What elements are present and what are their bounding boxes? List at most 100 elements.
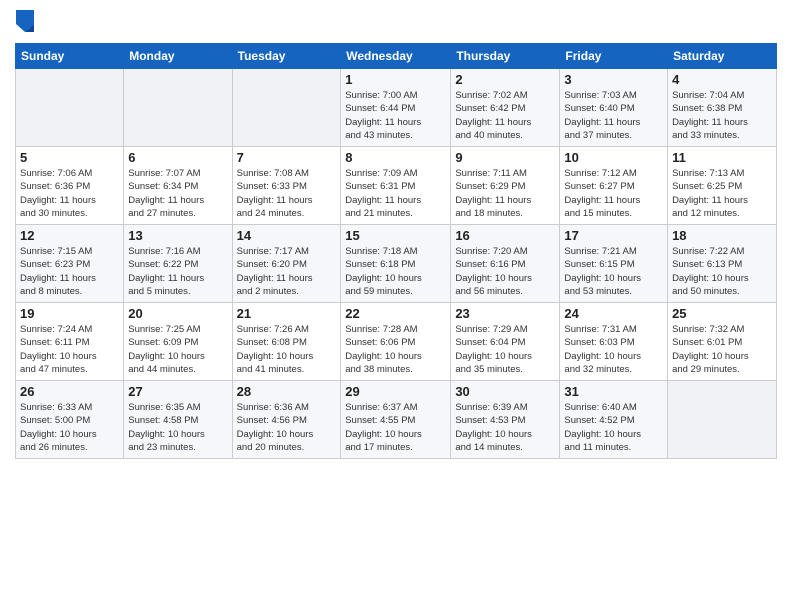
day-info: Sunrise: 7:07 AM Sunset: 6:34 PM Dayligh… — [128, 167, 227, 220]
day-number: 9 — [455, 150, 555, 165]
day-info: Sunrise: 7:06 AM Sunset: 6:36 PM Dayligh… — [20, 167, 119, 220]
day-info: Sunrise: 6:37 AM Sunset: 4:55 PM Dayligh… — [345, 401, 446, 454]
week-row-5: 26Sunrise: 6:33 AM Sunset: 5:00 PM Dayli… — [16, 381, 777, 459]
day-header-thursday: Thursday — [451, 44, 560, 69]
day-info: Sunrise: 7:20 AM Sunset: 6:16 PM Dayligh… — [455, 245, 555, 298]
day-info: Sunrise: 6:36 AM Sunset: 4:56 PM Dayligh… — [237, 401, 337, 454]
day-number: 16 — [455, 228, 555, 243]
page: SundayMondayTuesdayWednesdayThursdayFrid… — [0, 0, 792, 612]
day-cell: 4 Sunrise: 7:04 AM Sunset: 6:38 PM Daylig… — [668, 69, 777, 147]
day-number: 30 — [455, 384, 555, 399]
day-info: Sunrise: 7:18 AM Sunset: 6:18 PM Dayligh… — [345, 245, 446, 298]
day-cell: 20 Sunrise: 7:25 AM Sunset: 6:09 PM Dayli… — [124, 303, 232, 381]
day-number: 21 — [237, 306, 337, 321]
day-number: 7 — [237, 150, 337, 165]
day-number: 24 — [564, 306, 663, 321]
day-info: Sunrise: 7:02 AM Sunset: 6:42 PM Dayligh… — [455, 89, 555, 142]
day-info: Sunrise: 6:40 AM Sunset: 4:52 PM Dayligh… — [564, 401, 663, 454]
day-cell: 31 Sunrise: 6:40 AM Sunset: 4:52 PM Dayli… — [560, 381, 668, 459]
day-header-saturday: Saturday — [668, 44, 777, 69]
day-cell: 13Sunrise: 7:16 AM Sunset: 6:22 PM Dayli… — [124, 225, 232, 303]
day-cell: 24 Sunrise: 7:31 AM Sunset: 6:03 PM Dayli… — [560, 303, 668, 381]
day-number: 29 — [345, 384, 446, 399]
day-number: 2 — [455, 72, 555, 87]
day-info: Sunrise: 7:22 AM Sunset: 6:13 PM Dayligh… — [672, 245, 772, 298]
day-cell: 26Sunrise: 6:33 AM Sunset: 5:00 PM Dayli… — [16, 381, 124, 459]
day-number: 4 — [672, 72, 772, 87]
day-info: Sunrise: 6:39 AM Sunset: 4:53 PM Dayligh… — [455, 401, 555, 454]
day-cell — [232, 69, 341, 147]
header — [15, 10, 777, 37]
day-cell: 23 Sunrise: 7:29 AM Sunset: 6:04 PM Dayli… — [451, 303, 560, 381]
day-info: Sunrise: 7:28 AM Sunset: 6:06 PM Dayligh… — [345, 323, 446, 376]
day-number: 19 — [20, 306, 119, 321]
day-number: 12 — [20, 228, 119, 243]
day-number: 1 — [345, 72, 446, 87]
day-number: 18 — [672, 228, 772, 243]
day-info: Sunrise: 7:24 AM Sunset: 6:11 PM Dayligh… — [20, 323, 119, 376]
day-cell: 19 Sunrise: 7:24 AM Sunset: 6:11 PM Dayli… — [16, 303, 124, 381]
day-header-sunday: Sunday — [16, 44, 124, 69]
day-info: Sunrise: 7:25 AM Sunset: 6:09 PM Dayligh… — [128, 323, 227, 376]
day-info: Sunrise: 7:31 AM Sunset: 6:03 PM Dayligh… — [564, 323, 663, 376]
day-cell: 21 Sunrise: 7:26 AM Sunset: 6:08 PM Dayli… — [232, 303, 341, 381]
day-cell: 9 Sunrise: 7:11 AM Sunset: 6:29 PM Daylig… — [451, 147, 560, 225]
week-row-1: 1 Sunrise: 7:00 AM Sunset: 6:44 PM Daylig… — [16, 69, 777, 147]
day-number: 27 — [128, 384, 227, 399]
day-cell — [668, 381, 777, 459]
day-number: 31 — [564, 384, 663, 399]
week-row-2: 5 Sunrise: 7:06 AM Sunset: 6:36 PM Daylig… — [16, 147, 777, 225]
day-info: Sunrise: 7:15 AM Sunset: 6:23 PM Dayligh… — [20, 245, 119, 298]
day-cell: 6Sunrise: 7:07 AM Sunset: 6:34 PM Daylig… — [124, 147, 232, 225]
day-cell: 3Sunrise: 7:03 AM Sunset: 6:40 PM Daylig… — [560, 69, 668, 147]
day-number: 5 — [20, 150, 119, 165]
day-cell: 18 Sunrise: 7:22 AM Sunset: 6:13 PM Dayli… — [668, 225, 777, 303]
day-cell: 11 Sunrise: 7:13 AM Sunset: 6:25 PM Dayli… — [668, 147, 777, 225]
day-cell: 12 Sunrise: 7:15 AM Sunset: 6:23 PM Dayli… — [16, 225, 124, 303]
calendar-table: SundayMondayTuesdayWednesdayThursdayFrid… — [15, 43, 777, 459]
day-cell: 17 Sunrise: 7:21 AM Sunset: 6:15 PM Dayli… — [560, 225, 668, 303]
day-info: Sunrise: 7:11 AM Sunset: 6:29 PM Dayligh… — [455, 167, 555, 220]
day-cell: 28 Sunrise: 6:36 AM Sunset: 4:56 PM Dayli… — [232, 381, 341, 459]
day-number: 15 — [345, 228, 446, 243]
day-header-tuesday: Tuesday — [232, 44, 341, 69]
day-info: Sunrise: 7:21 AM Sunset: 6:15 PM Dayligh… — [564, 245, 663, 298]
day-cell: 14Sunrise: 7:17 AM Sunset: 6:20 PM Dayli… — [232, 225, 341, 303]
day-cell: 16 Sunrise: 7:20 AM Sunset: 6:16 PM Dayli… — [451, 225, 560, 303]
day-info: Sunrise: 7:04 AM Sunset: 6:38 PM Dayligh… — [672, 89, 772, 142]
day-cell: 5 Sunrise: 7:06 AM Sunset: 6:36 PM Daylig… — [16, 147, 124, 225]
day-cell: 25Sunrise: 7:32 AM Sunset: 6:01 PM Dayli… — [668, 303, 777, 381]
day-number: 13 — [128, 228, 227, 243]
day-header-wednesday: Wednesday — [341, 44, 451, 69]
day-number: 17 — [564, 228, 663, 243]
day-number: 10 — [564, 150, 663, 165]
week-row-3: 12 Sunrise: 7:15 AM Sunset: 6:23 PM Dayli… — [16, 225, 777, 303]
day-cell: 29 Sunrise: 6:37 AM Sunset: 4:55 PM Dayli… — [341, 381, 451, 459]
day-number: 11 — [672, 150, 772, 165]
day-header-friday: Friday — [560, 44, 668, 69]
day-number: 8 — [345, 150, 446, 165]
day-info: Sunrise: 6:35 AM Sunset: 4:58 PM Dayligh… — [128, 401, 227, 454]
header-row: SundayMondayTuesdayWednesdayThursdayFrid… — [16, 44, 777, 69]
day-number: 25 — [672, 306, 772, 321]
logo-icon — [16, 10, 34, 32]
day-info: Sunrise: 7:13 AM Sunset: 6:25 PM Dayligh… — [672, 167, 772, 220]
day-cell: 15 Sunrise: 7:18 AM Sunset: 6:18 PM Dayli… — [341, 225, 451, 303]
day-number: 28 — [237, 384, 337, 399]
day-cell: 22Sunrise: 7:28 AM Sunset: 6:06 PM Dayli… — [341, 303, 451, 381]
day-number: 14 — [237, 228, 337, 243]
day-cell — [124, 69, 232, 147]
day-info: Sunrise: 7:26 AM Sunset: 6:08 PM Dayligh… — [237, 323, 337, 376]
day-number: 3 — [564, 72, 663, 87]
day-info: Sunrise: 7:29 AM Sunset: 6:04 PM Dayligh… — [455, 323, 555, 376]
day-cell: 10 Sunrise: 7:12 AM Sunset: 6:27 PM Dayli… — [560, 147, 668, 225]
day-info: Sunrise: 7:09 AM Sunset: 6:31 PM Dayligh… — [345, 167, 446, 220]
day-cell: 7Sunrise: 7:08 AM Sunset: 6:33 PM Daylig… — [232, 147, 341, 225]
day-info: Sunrise: 7:00 AM Sunset: 6:44 PM Dayligh… — [345, 89, 446, 142]
week-row-4: 19 Sunrise: 7:24 AM Sunset: 6:11 PM Dayli… — [16, 303, 777, 381]
day-info: Sunrise: 7:12 AM Sunset: 6:27 PM Dayligh… — [564, 167, 663, 220]
day-number: 23 — [455, 306, 555, 321]
logo — [15, 10, 36, 37]
day-cell: 27 Sunrise: 6:35 AM Sunset: 4:58 PM Dayli… — [124, 381, 232, 459]
day-number: 20 — [128, 306, 227, 321]
